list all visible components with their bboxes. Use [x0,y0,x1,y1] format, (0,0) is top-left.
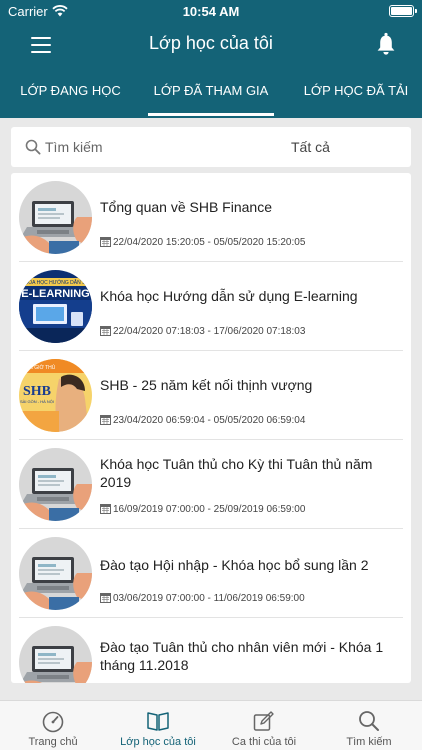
course-date-text: 23/04/2020 06:59:04 - 05/05/2020 06:59:0… [113,415,306,426]
search-input[interactable] [45,136,245,158]
course-date-text: 03/06/2019 07:00:00 - 11/06/2019 06:59:0… [113,593,305,604]
app-header: Lớp học của tôi [0,22,422,68]
course-item[interactable]: Khóa học Tuân thủ cho Kỳ thi Tuân thủ nă… [11,440,411,529]
course-date-text: 22/04/2020 07:18:03 - 17/06/2020 07:18:0… [113,326,306,337]
course-date-text: 22/04/2020 15:20:05 - 05/05/2020 15:20:0… [113,237,306,248]
course-item[interactable]: Đào tạo Tuân thủ cho nhân viên mới - Khó… [11,618,411,683]
nav-my-exams[interactable]: Ca thi của tôi [211,701,317,750]
class-tabs: Lớp đang học Lớp đã tham gia Lớp học đã … [0,68,422,118]
nav-my-exams-label: Ca thi của tôi [231,736,297,748]
course-thumbnail [19,181,92,254]
course-date-range: 03/06/2019 07:00:00 - 11/06/2019 06:59:0… [100,592,305,604]
course-thumbnail: BẮN GIỜ THỦ SHB SÀI GÒN - HÀ NỘI [19,359,92,432]
nav-my-classes-label: Lớp học của tôi [120,736,196,748]
calendar-icon [100,237,111,247]
course-thumbnail: KHÓA HỌC HƯỚNG DẪN SỬ E-LEARNING [19,270,92,343]
course-item[interactable]: BẮN GIỜ THỦ SHB SÀI GÒN - HÀ NỘI SHB - 2… [11,351,411,440]
filter-dropdown[interactable]: Tất cả [291,139,330,155]
bottom-nav: Trang chủ Lớp học của tôi Ca thi của tôi… [0,700,422,750]
nav-search[interactable]: Tìm kiếm [316,701,422,750]
laptop-image [19,181,92,254]
course-thumbnail [19,537,92,610]
course-date-text: 16/09/2019 07:00:00 - 25/09/2019 06:59:0… [113,504,306,515]
calendar-icon [100,415,111,425]
calendar-icon [100,326,111,336]
status-bar: Carrier 10:54 AM [0,0,422,22]
course-title: Đào tạo Hội nhập - Khóa học bổ sung lần … [100,557,369,573]
course-date-range: 16/09/2019 07:00:00 - 25/09/2019 06:59:0… [100,503,305,515]
nav-home[interactable]: Trang chủ [0,701,106,750]
shb-image: BẮN GIỜ THỦ SHB SÀI GÒN - HÀ NỘI [19,359,92,432]
course-item[interactable]: Đào tạo Hội nhập - Khóa học bổ sung lần … [11,529,411,618]
course-title: Khóa học Hướng dẫn sử dụng E-learning [100,288,358,304]
calendar-icon [100,593,111,603]
elearning-image: KHÓA HỌC HƯỚNG DẪN SỬ E-LEARNING [19,270,92,343]
clock: 10:54 AM [182,4,240,19]
course-date-range: 22/04/2020 15:20:05 - 05/05/2020 15:20:0… [100,236,305,248]
tab-current-classes[interactable]: Lớp đang học [0,68,141,118]
edit-icon [253,711,274,731]
course-date-range: 22/04/2020 07:18:03 - 17/06/2020 07:18:0… [100,325,305,337]
course-thumbnail [19,448,92,521]
course-item[interactable]: Tổng quan về SHB Finance 22/04/2020 15:2… [11,173,411,262]
battery-icon [389,5,417,17]
course-thumbnail [19,626,92,683]
course-list: Tổng quan về SHB Finance 22/04/2020 15:2… [11,173,411,683]
tab-joined-classes[interactable]: Lớp đã tham gia [148,68,274,118]
nav-home-label: Trang chủ [28,736,78,748]
shb-banner-text: BẮN GIỜ THỦ [23,363,56,371]
laptop-image [19,537,92,610]
search-bar: Tất cả [11,127,411,167]
nav-search-label: Tìm kiếm [346,736,392,748]
laptop-image [19,626,92,683]
book-icon [147,712,169,731]
laptop-image [19,448,92,521]
course-date-range: 23/04/2020 06:59:04 - 05/05/2020 06:59:0… [100,414,305,426]
search-icon [25,139,41,155]
calendar-icon [100,504,111,514]
shb-logo: SHB [23,384,51,399]
elearning-banner-text: KHÓA HỌC HƯỚNG DẪN SỬ [21,279,90,286]
tab-downloaded-classes[interactable]: Lớp học đã tải [290,68,422,118]
course-title: Khóa học Tuân thủ cho Kỳ thi Tuân thủ nă… [100,456,373,490]
shb-subtitle: SÀI GÒN - HÀ NỘI [20,399,54,404]
course-title: SHB - 25 năm kết nối thịnh vượng [100,377,313,393]
course-item[interactable]: KHÓA HỌC HƯỚNG DẪN SỬ E-LEARNING Khóa họ… [11,262,411,351]
nav-my-classes[interactable]: Lớp học của tôi [105,701,211,750]
gauge-icon [42,711,64,733]
elearning-word: E-LEARNING [21,288,89,300]
page-title: Lớp học của tôi [149,33,273,53]
search-icon [359,711,379,731]
course-title: Đào tạo Tuân thủ cho nhân viên mới - Khó… [100,639,384,673]
course-title: Tổng quan về SHB Finance [100,199,272,215]
bell-icon[interactable] [376,32,396,56]
